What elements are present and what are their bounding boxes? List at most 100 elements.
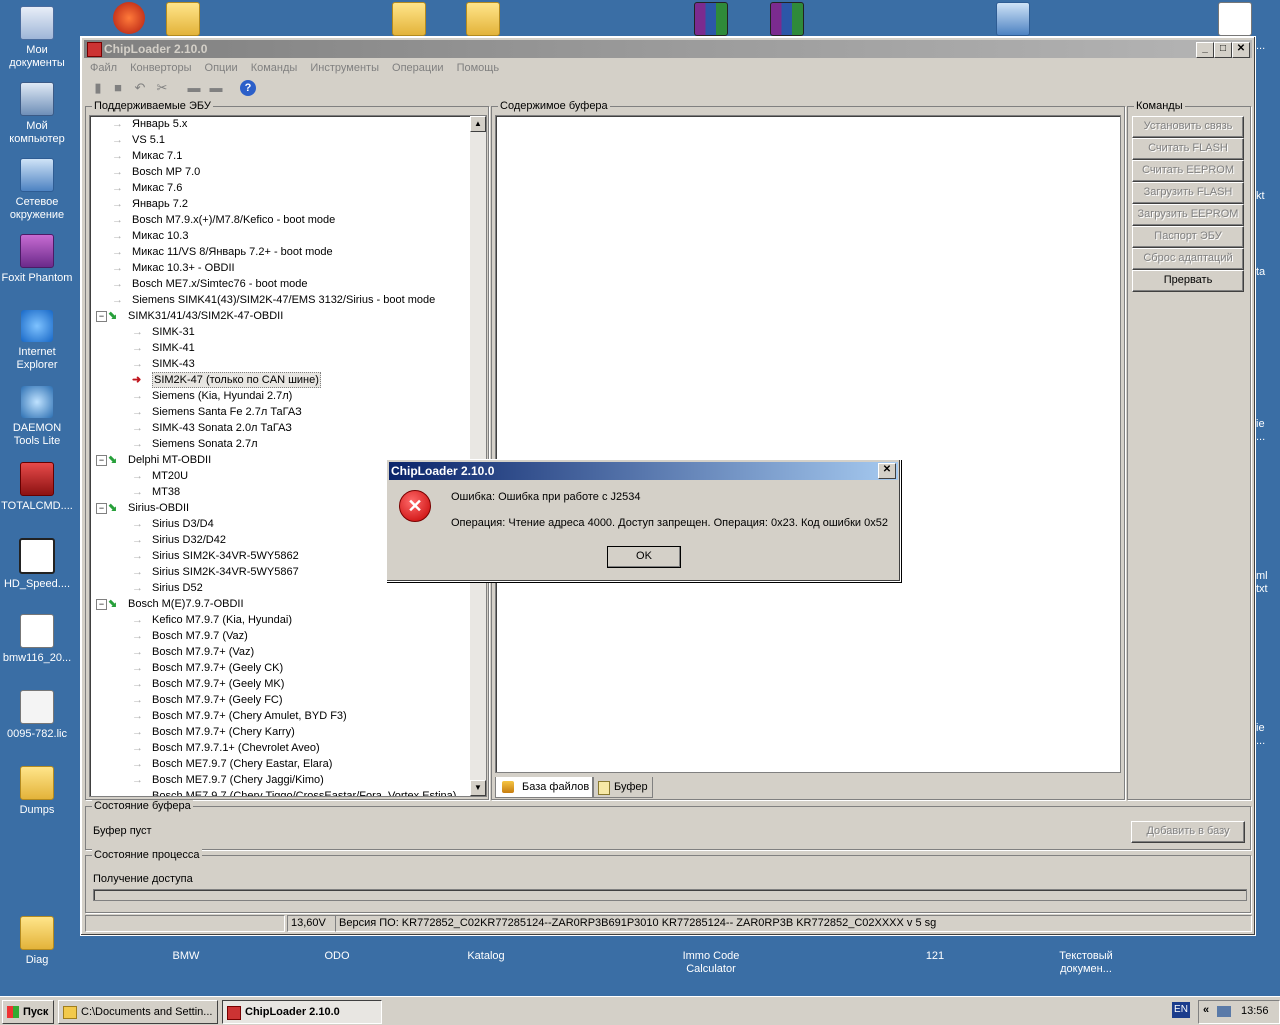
desktop-icon[interactable]: Diag xyxy=(0,916,74,967)
network-icon xyxy=(20,158,54,192)
menu-operations[interactable]: Операции xyxy=(392,62,443,74)
desktop-icon-label: Dumps xyxy=(19,804,55,816)
menu-file[interactable]: Файл xyxy=(90,62,117,74)
tree-item-label: Siemens Sonata 2.7л xyxy=(152,438,258,450)
desktop-icon-label[interactable]: Katalog xyxy=(449,950,523,963)
desktop-top-icon-rar1[interactable] xyxy=(674,2,748,40)
tree-item-label: SIMK31/41/43/SIM2K-47-OBDII xyxy=(128,310,284,322)
desktop-top-icon-rar2[interactable] xyxy=(750,2,824,40)
desktop-icon-label[interactable]: BMW xyxy=(149,950,223,963)
desktop-icon[interactable]: TOTALCMD.... xyxy=(0,462,74,513)
tab-buffer[interactable]: Буфер xyxy=(593,777,653,798)
tray-expand-icon[interactable]: « xyxy=(1203,1004,1209,1016)
desktop-icon-label[interactable]: 121 xyxy=(898,950,972,963)
taskbar-explorer[interactable]: C:\Documents and Settin... xyxy=(58,1000,218,1024)
desktop-icon[interactable]: 0095-782.lic xyxy=(0,690,74,741)
desktop-icon-label: 0095-782.lic xyxy=(7,728,67,740)
command-button[interactable]: Считать EEPROM xyxy=(1132,160,1244,182)
taskbar-chiploader-label: ChipLoader 2.10.0 xyxy=(245,1006,340,1018)
toolbar: ▮ ■ ↶ ✂ ▬ ▬ ? xyxy=(84,77,1252,101)
network-tray-icon[interactable] xyxy=(1217,1006,1231,1017)
item-arrow-icon: → xyxy=(112,278,123,290)
menu-help[interactable]: Помощь xyxy=(457,62,500,74)
buffer-content[interactable] xyxy=(495,115,1121,773)
command-button[interactable]: Сброс адаптаций xyxy=(1132,248,1244,270)
add-to-db-button[interactable]: Добавить в базу xyxy=(1131,821,1245,843)
desktop-fragment: ... xyxy=(1256,735,1266,747)
ecu-tree-scrollbar[interactable]: ▲ ▼ xyxy=(470,116,486,796)
desktop-top-icon-app[interactable] xyxy=(976,2,1050,40)
language-indicator[interactable]: EN xyxy=(1172,1002,1190,1018)
copy-icon[interactable]: ▬ xyxy=(186,80,202,96)
desktop-top-icon-folder1[interactable] xyxy=(146,2,220,40)
menu-commands[interactable]: Команды xyxy=(251,62,298,74)
minimize-button[interactable]: _ xyxy=(1196,42,1214,58)
desktop-icon[interactable]: Сетевое окружение xyxy=(0,158,74,222)
desktop-icon[interactable]: DAEMON Tools Lite xyxy=(0,386,74,448)
scroll-up-icon[interactable]: ▲ xyxy=(470,116,486,132)
command-button[interactable]: Загрузить EEPROM xyxy=(1132,204,1244,226)
scroll-down-icon[interactable]: ▼ xyxy=(470,780,486,796)
command-button[interactable]: Установить связь xyxy=(1132,116,1244,138)
desktop-fragment: ie xyxy=(1256,418,1265,430)
desktop-icon[interactable]: HD_Speed.... xyxy=(0,538,74,591)
tree-collapse-icon[interactable]: − xyxy=(96,503,107,514)
undo-icon[interactable]: ↶ xyxy=(132,80,148,96)
buffer-state-panel: Состояние буфера xyxy=(85,800,1251,850)
item-arrow-icon: → xyxy=(132,646,143,658)
close-button[interactable]: ✕ xyxy=(1232,42,1250,58)
tree-item-label: SIMK-31 xyxy=(152,326,195,338)
tree-collapse-icon[interactable]: − xyxy=(96,599,107,610)
desktop-icon[interactable]: Мои документы xyxy=(0,6,74,70)
daemon-icon xyxy=(21,386,53,418)
open-icon[interactable]: ▮ xyxy=(90,80,106,96)
buffer-tabs: База файлов Буфер xyxy=(493,777,1123,799)
save-icon[interactable]: ■ xyxy=(110,80,126,96)
tree-collapse-icon[interactable]: − xyxy=(96,311,107,322)
menu-options[interactable]: Опции xyxy=(205,62,238,74)
desktop-top-icon-file[interactable] xyxy=(1198,2,1272,40)
command-button[interactable]: Паспорт ЭБУ xyxy=(1132,226,1244,248)
tree-item-label: Bosch M7.9.7+ (Geely CK) xyxy=(152,662,284,674)
menu-converters[interactable]: Конверторы xyxy=(130,62,191,74)
desktop-icon-label: Foxit Phantom xyxy=(1,272,73,284)
tree-item-label: Siemens Santa Fe 2.7л ТаГАЗ xyxy=(152,406,302,418)
desktop-fragment: kt xyxy=(1256,190,1265,202)
desktop-icon-label[interactable]: Текстовый докумен... xyxy=(1049,950,1123,976)
paste-icon[interactable]: ▬ xyxy=(208,80,224,96)
item-arrow-icon: → xyxy=(112,198,123,210)
help-icon[interactable]: ? xyxy=(240,80,256,96)
dialog-close-button[interactable]: ✕ xyxy=(878,463,896,479)
desktop-top-icon-folder2[interactable] xyxy=(372,2,446,40)
process-progress-bar xyxy=(93,889,1247,901)
desktop-fragment: ie xyxy=(1256,722,1265,734)
desktop-icon-label[interactable]: Immo Code Calculator xyxy=(674,950,748,976)
maximize-button[interactable]: □ xyxy=(1214,42,1232,58)
command-button[interactable]: Считать FLASH xyxy=(1132,138,1244,160)
desktop-top-icon-folder3[interactable] xyxy=(446,2,520,40)
command-button[interactable]: Загрузить FLASH xyxy=(1132,182,1244,204)
tree-collapse-icon[interactable]: − xyxy=(96,455,107,466)
cut-icon[interactable]: ✂ xyxy=(154,80,170,96)
foxit-icon xyxy=(20,234,54,268)
ok-button[interactable]: OK xyxy=(607,546,681,568)
tree-item-label: Микас 7.6 xyxy=(132,182,183,194)
desktop-icon[interactable]: Dumps xyxy=(0,766,74,817)
desktop-icon-label[interactable]: ODO xyxy=(300,950,374,963)
tree-item-label: Микас 10.3+ - OBDII xyxy=(132,262,235,274)
item-arrow-icon: → xyxy=(132,534,143,546)
desktop-icon[interactable]: Internet Explorer xyxy=(0,310,74,372)
taskbar-chiploader[interactable]: ChipLoader 2.10.0 xyxy=(222,1000,382,1024)
desktop-fragment: ... xyxy=(1256,431,1266,443)
window-titlebar[interactable]: ChipLoader 2.10.0 _ □ ✕ xyxy=(84,40,1252,58)
ccleaner-icon xyxy=(113,2,145,34)
command-button[interactable]: Прервать xyxy=(1132,270,1244,292)
desktop-icon[interactable]: Мой компьютер xyxy=(0,82,74,146)
start-button[interactable]: Пуск xyxy=(2,1000,54,1024)
desktop-icon[interactable]: bmw116_20... xyxy=(0,614,74,665)
menu-tools[interactable]: Инструменты xyxy=(310,62,379,74)
desktop-icon[interactable]: Foxit Phantom xyxy=(0,234,74,285)
item-arrow-icon: → xyxy=(112,150,123,162)
tab-files-db[interactable]: База файлов xyxy=(495,777,593,798)
dialog-titlebar[interactable]: ChipLoader 2.10.0 ✕ xyxy=(389,462,898,480)
